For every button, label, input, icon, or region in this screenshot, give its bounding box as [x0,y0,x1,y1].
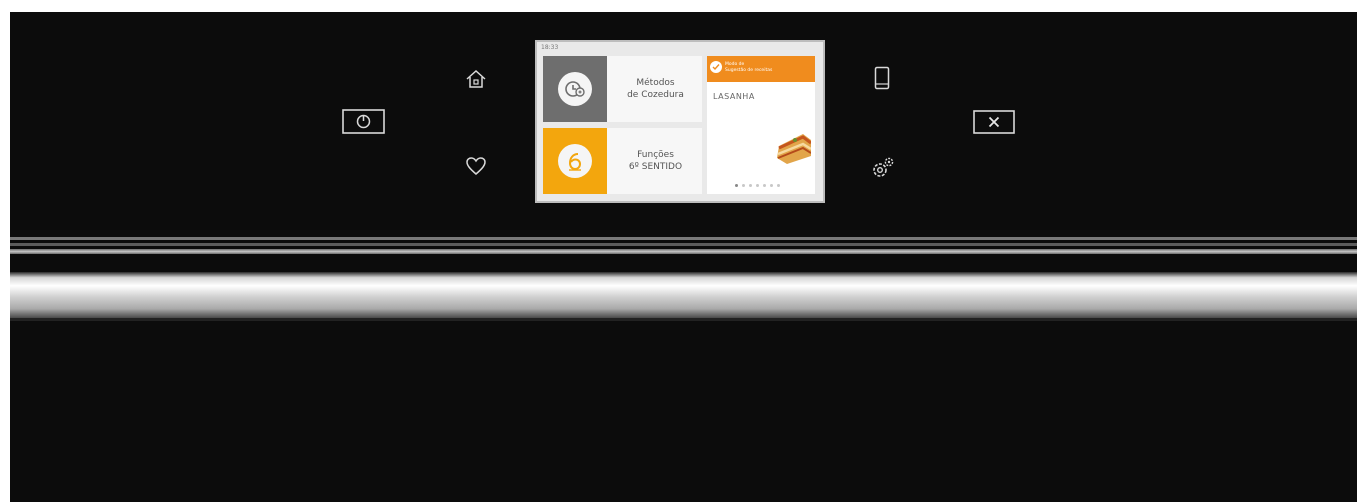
carousel-dot[interactable] [756,184,759,187]
recipe-banner: Modo de Sugestão de receitas [707,56,815,82]
carousel-dot[interactable] [749,184,752,187]
favorites-button[interactable] [463,153,489,179]
sixth-sense-icon [568,153,582,171]
heart-icon [466,157,486,175]
touch-display: 18:33 Métodos de Cozedura Funções 6º SEN… [535,40,825,203]
check-icon [712,64,720,71]
gears-icon [873,157,894,177]
home-button[interactable] [463,66,489,92]
recipe-suggestion-card[interactable]: Modo de Sugestão de receitas LASANHA [707,56,815,194]
handle-shadow [10,318,1357,321]
sixth-sense-functions-tile[interactable]: Funções 6º SENTIDO [543,128,702,194]
clock-icon [565,81,585,97]
carousel-dot[interactable] [763,184,766,187]
power-button[interactable] [342,109,385,134]
banner-line2: Sugestão de receitas [725,68,773,73]
chrome-trim-middle [10,243,1357,246]
carousel-dot[interactable] [770,184,773,187]
carousel-dot[interactable] [742,184,745,187]
banner-line1: Modo de [725,62,745,67]
power-icon [342,109,385,134]
tile-label-line1: Funções [637,150,674,160]
close-button[interactable] [973,110,1015,134]
tile-label-line1: Métodos [636,78,675,88]
status-time: 18:33 [541,44,559,51]
oven-control-panel: 18:33 Métodos de Cozedura Funções 6º SEN… [10,12,1357,502]
chrome-trim-lower [10,249,1357,254]
carousel-dot[interactable] [777,184,780,187]
home-icon [466,69,486,88]
recipe-name: LASANHA [713,92,755,101]
tile-label-line2: 6º SENTIDO [628,162,683,172]
door-handle[interactable] [10,272,1357,318]
settings-button[interactable] [869,155,897,181]
remote-control-button[interactable] [870,64,894,92]
carousel-dot[interactable] [735,184,738,187]
close-icon [973,110,1015,134]
chrome-trim-top [10,237,1357,240]
cooking-methods-tile[interactable]: Métodos de Cozedura [543,56,702,122]
carousel-dots[interactable] [735,184,780,187]
phone-icon [874,66,890,90]
lasagna-image [773,118,811,172]
tile-label-line2: de Cozedura [627,90,684,100]
